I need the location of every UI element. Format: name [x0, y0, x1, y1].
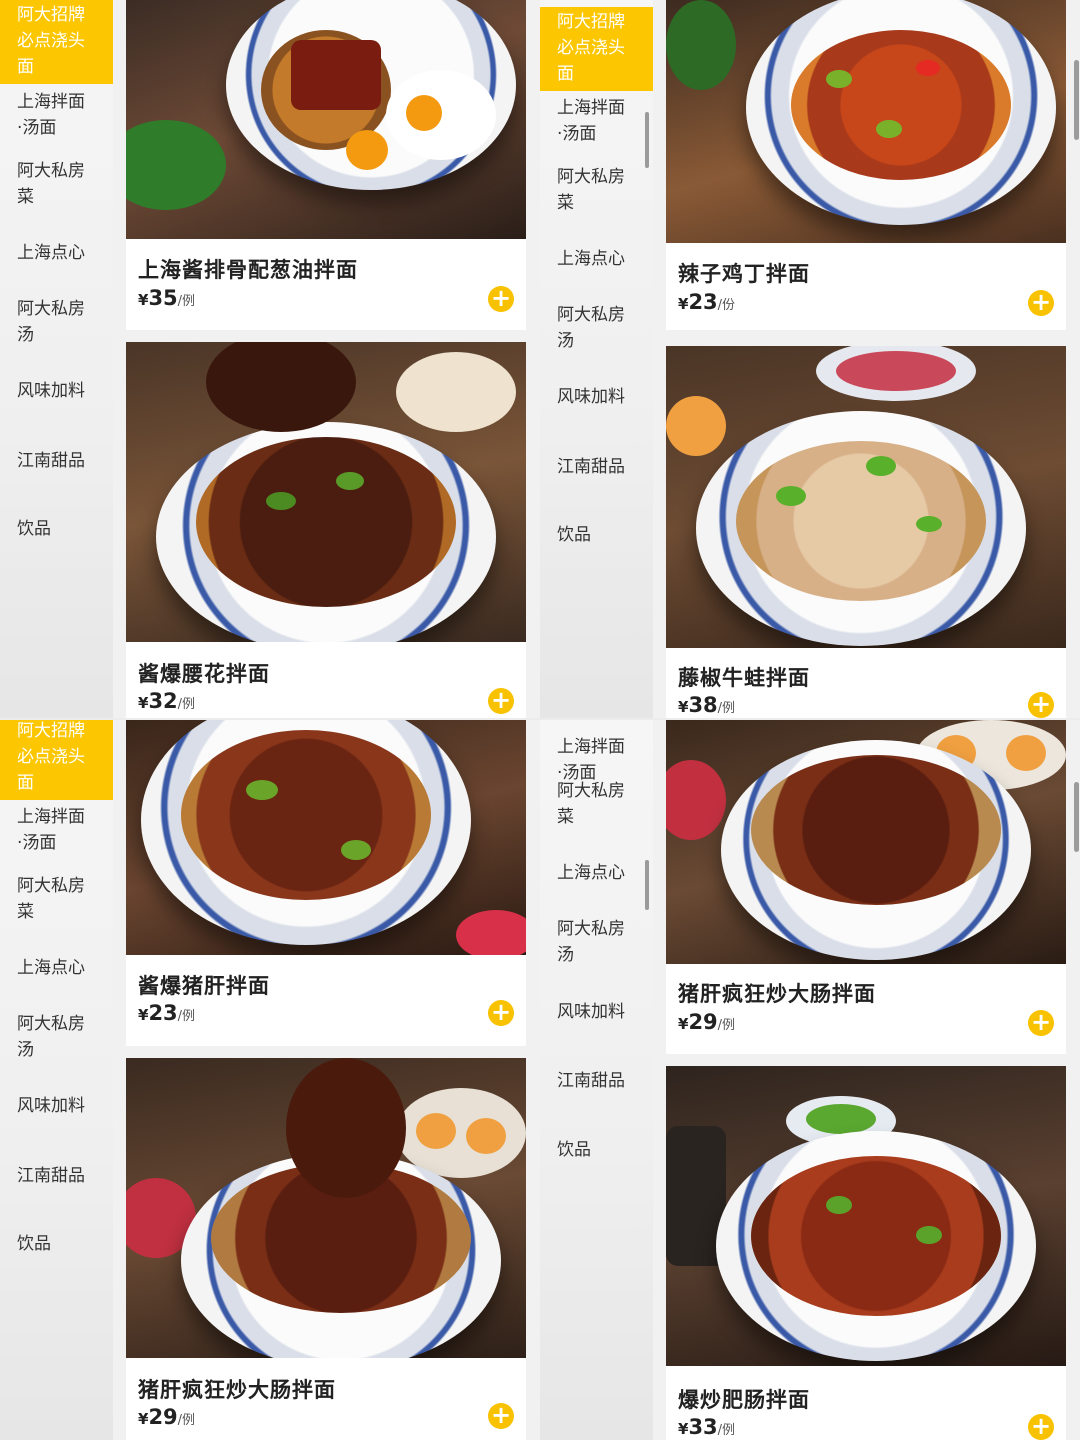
- dish-photo: [666, 346, 1066, 648]
- dish-name: 猪肝疯狂炒大肠拌面: [138, 1378, 336, 1402]
- dish-photo: [666, 0, 1066, 243]
- dish-price: ¥35/例: [138, 286, 196, 310]
- category-shanghai-snacks[interactable]: 上海点心: [0, 955, 113, 981]
- dish-card[interactable]: 爆炒肥肠拌面 ¥33/例 +: [666, 1066, 1066, 1440]
- dish-photo: [666, 720, 1066, 964]
- dish-name: 猪肝疯狂炒大肠拌面: [678, 982, 876, 1006]
- category-signature-noodles[interactable]: 阿大招牌 必点浇头 面: [0, 720, 113, 800]
- dish-price: ¥29/例: [678, 1010, 736, 1034]
- category-private-dishes[interactable]: 阿大私房 菜: [0, 873, 113, 925]
- category-private-soup[interactable]: 阿大私房 汤: [0, 296, 113, 348]
- category-shanghai-snacks[interactable]: 上海点心: [0, 240, 113, 266]
- dish-card[interactable]: 藤椒牛蛙拌面 ¥38/例 +: [666, 346, 1066, 718]
- panel-bottom-right: 上海拌面 ·汤面 阿大私房 菜 上海点心 阿大私房 汤 风味加料 江南甜品 饮品 …: [540, 720, 1080, 1440]
- category-flavor-extras[interactable]: 风味加料: [540, 999, 653, 1025]
- category-shanghai-noodles[interactable]: 上海拌面 ·汤面: [0, 89, 113, 141]
- dish-card[interactable]: 酱爆腰花拌面 ¥32/例 +: [126, 342, 526, 718]
- panel-top-left: 阿大招牌 必点浇头 面 上海拌面 ·汤面 阿大私房 菜 上海点心 阿大私房 汤 …: [0, 0, 540, 718]
- sidebar-scrollbar[interactable]: [645, 112, 649, 168]
- dish-name: 藤椒牛蛙拌面: [678, 666, 810, 690]
- category-signature-noodles[interactable]: 阿大招牌 必点浇头 面: [540, 7, 653, 91]
- dish-price: ¥29/例: [138, 1405, 196, 1429]
- add-to-cart-button[interactable]: +: [1028, 1414, 1054, 1440]
- category-private-soup[interactable]: 阿大私房 汤: [540, 916, 653, 968]
- dish-name: 酱爆腰花拌面: [138, 662, 270, 686]
- dish-photo: [126, 1058, 526, 1358]
- category-desserts[interactable]: 江南甜品: [0, 1163, 113, 1189]
- dish-photo: [126, 0, 526, 239]
- content-scrollbar[interactable]: [1074, 60, 1079, 140]
- category-desserts[interactable]: 江南甜品: [540, 454, 653, 480]
- category-desserts[interactable]: 江南甜品: [540, 1068, 653, 1094]
- add-to-cart-button[interactable]: +: [488, 286, 514, 312]
- dish-card[interactable]: 猪肝疯狂炒大肠拌面 ¥29/例 +: [126, 1058, 526, 1440]
- add-to-cart-button[interactable]: +: [1028, 290, 1054, 316]
- dish-price: ¥23/例: [138, 1001, 196, 1025]
- dish-name: 上海酱排骨配葱油拌面: [138, 258, 358, 282]
- dish-name: 爆炒肥肠拌面: [678, 1388, 810, 1412]
- add-to-cart-button[interactable]: +: [1028, 692, 1054, 718]
- category-drinks[interactable]: 饮品: [0, 1231, 113, 1257]
- dish-price: ¥23/份: [678, 290, 736, 314]
- dish-price: ¥33/例: [678, 1415, 736, 1439]
- category-shanghai-snacks[interactable]: 上海点心: [540, 246, 653, 272]
- add-to-cart-button[interactable]: +: [488, 1403, 514, 1429]
- category-shanghai-noodles[interactable]: 上海拌面 ·汤面: [540, 95, 653, 147]
- category-drinks[interactable]: 饮品: [540, 522, 653, 548]
- category-flavor-extras[interactable]: 风味加料: [0, 378, 113, 404]
- dish-card[interactable]: 酱爆猪肝拌面 ¥23/例 +: [126, 720, 526, 1046]
- category-drinks[interactable]: 饮品: [540, 1137, 653, 1163]
- category-signature-noodles[interactable]: 阿大招牌 必点浇头 面: [0, 0, 113, 84]
- category-desserts[interactable]: 江南甜品: [0, 448, 113, 474]
- category-private-soup[interactable]: 阿大私房 汤: [540, 302, 653, 354]
- category-shanghai-snacks[interactable]: 上海点心: [540, 860, 653, 886]
- add-to-cart-button[interactable]: +: [488, 688, 514, 714]
- category-private-dishes[interactable]: 阿大私房 菜: [540, 164, 653, 216]
- category-sidebar[interactable]: 上海拌面 ·汤面 阿大私房 菜 上海点心 阿大私房 汤 风味加料 江南甜品 饮品: [540, 720, 653, 1440]
- category-shanghai-noodles-partial[interactable]: 上海拌面 ·汤面: [540, 720, 653, 786]
- dish-photo: [126, 342, 526, 642]
- dish-price: ¥38/例: [678, 693, 736, 717]
- category-private-dishes[interactable]: 阿大私房 菜: [0, 158, 113, 210]
- dish-card[interactable]: 猪肝疯狂炒大肠拌面 ¥29/例 +: [666, 720, 1066, 1054]
- dish-price: ¥32/例: [138, 689, 196, 713]
- category-sidebar[interactable]: 阿大招牌 必点浇头 面 上海拌面 ·汤面 阿大私房 菜 上海点心 阿大私房 汤 …: [0, 0, 113, 718]
- add-to-cart-button[interactable]: +: [488, 1000, 514, 1026]
- category-private-dishes[interactable]: 阿大私房 菜: [540, 778, 653, 830]
- category-flavor-extras[interactable]: 风味加料: [540, 384, 653, 410]
- panel-top-right: 阿大招牌 必点浇头 面 上海拌面 ·汤面 阿大私房 菜 上海点心 阿大私房 汤 …: [540, 0, 1080, 718]
- dish-photo: [666, 1066, 1066, 1366]
- category-private-soup[interactable]: 阿大私房 汤: [0, 1011, 113, 1063]
- content-scrollbar[interactable]: [1074, 782, 1079, 852]
- category-sidebar[interactable]: 阿大招牌 必点浇头 面 上海拌面 ·汤面 阿大私房 菜 上海点心 阿大私房 汤 …: [0, 720, 113, 1440]
- category-flavor-extras[interactable]: 风味加料: [0, 1093, 113, 1119]
- dish-card[interactable]: 辣子鸡丁拌面 ¥23/份 +: [666, 0, 1066, 330]
- panel-bottom-left: 阿大招牌 必点浇头 面 上海拌面 ·汤面 阿大私房 菜 上海点心 阿大私房 汤 …: [0, 720, 540, 1440]
- dish-name: 辣子鸡丁拌面: [678, 262, 810, 286]
- dish-photo: [126, 720, 526, 955]
- dish-card[interactable]: 上海酱排骨配葱油拌面 ¥35/例 +: [126, 0, 526, 330]
- dish-name: 酱爆猪肝拌面: [138, 974, 270, 998]
- add-to-cart-button[interactable]: +: [1028, 1010, 1054, 1036]
- category-shanghai-noodles[interactable]: 上海拌面 ·汤面: [0, 804, 113, 856]
- sidebar-scrollbar[interactable]: [645, 860, 649, 910]
- category-sidebar[interactable]: 阿大招牌 必点浇头 面 上海拌面 ·汤面 阿大私房 菜 上海点心 阿大私房 汤 …: [540, 0, 653, 718]
- category-drinks[interactable]: 饮品: [0, 516, 113, 542]
